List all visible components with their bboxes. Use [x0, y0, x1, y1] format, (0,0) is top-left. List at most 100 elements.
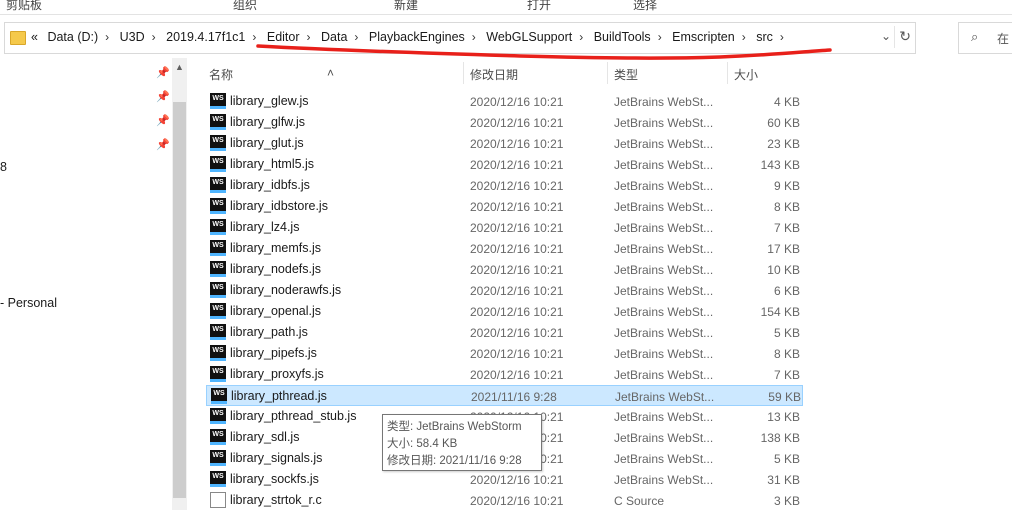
file-size: 143 KB — [760, 158, 800, 172]
breadcrumb-item-data-drive[interactable]: Data (D:) — [47, 30, 98, 44]
file-row[interactable]: WS library_idbfs.js 2020/12/16 10:21 JetBra… — [206, 175, 803, 196]
file-size: 8 KB — [773, 200, 800, 214]
file-name: library_html5.js — [230, 157, 315, 171]
breadcrumb-separator-icon[interactable]: › — [152, 30, 156, 44]
ribbon-group-clipboard: 剪贴板 — [6, 0, 43, 12]
file-type: JetBrains WebSt... — [615, 390, 715, 404]
breadcrumb-item-emscripten[interactable]: Emscripten — [672, 30, 735, 44]
breadcrumb-item-src[interactable]: src — [756, 30, 773, 44]
file-type: JetBrains WebSt... — [614, 305, 714, 319]
webstorm-file-icon: WS — [210, 471, 226, 487]
file-row[interactable]: WS library_sockfs.js 2020/12/16 10:21 JetBr… — [206, 469, 803, 490]
pin-icon[interactable]: 📌 — [156, 90, 170, 103]
file-name: library_memfs.js — [230, 241, 321, 255]
file-row[interactable]: WS library_html5.js 2020/12/16 10:21 JetBra… — [206, 154, 803, 175]
breadcrumb-separator-icon[interactable]: › — [780, 30, 784, 44]
column-header-name[interactable]: 名称 — [209, 66, 233, 83]
breadcrumb-separator-icon[interactable]: › — [472, 30, 476, 44]
file-modified-date: 2020/12/16 10:21 — [470, 305, 564, 319]
search-box[interactable]: ⌕ 在 — [958, 22, 1012, 54]
refresh-icon[interactable]: ↻ — [899, 28, 911, 45]
sort-ascending-icon: ˄ — [327, 66, 335, 80]
breadcrumb-item-data[interactable]: Data — [321, 30, 347, 44]
file-row[interactable]: WS library_glut.js 2020/12/16 10:21 JetBrai… — [206, 133, 803, 154]
file-row[interactable]: WS library_pipefs.js 2020/12/16 10:21 JetBr… — [206, 343, 803, 364]
breadcrumb-separator-icon[interactable]: › — [252, 30, 256, 44]
file-name: library_idbstore.js — [230, 199, 328, 213]
nav-item-fragment-personal[interactable]: - Personal — [0, 296, 57, 310]
file-row[interactable]: WS library_pthread.js 2021/11/16 9:28 JetBr… — [206, 385, 803, 406]
file-row[interactable]: library_strtok_r.c 2020/12/16 10:21 C Sour… — [206, 490, 803, 511]
webstorm-file-icon: WS — [210, 324, 226, 340]
breadcrumb-item-buildtools[interactable]: BuildTools — [594, 30, 651, 44]
breadcrumb-item-webglsupport[interactable]: WebGLSupport — [486, 30, 572, 44]
file-row[interactable]: WS library_noderawfs.js 2020/12/16 10:21 Je… — [206, 280, 803, 301]
chevron-down-icon[interactable]: ⌄ — [881, 29, 891, 43]
column-divider[interactable] — [607, 62, 608, 84]
file-row[interactable]: WS library_memfs.js 2020/12/16 10:21 JetBra… — [206, 238, 803, 259]
file-row[interactable]: WS library_openal.js 2020/12/16 10:21 JetBr… — [206, 301, 803, 322]
c-source-file-icon — [210, 492, 226, 508]
breadcrumb-separator-icon[interactable]: › — [105, 30, 109, 44]
file-name: library_pthread.js — [231, 389, 327, 403]
file-type: JetBrains WebSt... — [614, 200, 714, 214]
column-header-size[interactable]: 大小 — [734, 66, 758, 83]
folder-icon — [10, 31, 26, 45]
file-type: JetBrains WebSt... — [614, 95, 714, 109]
file-size: 3 KB — [773, 494, 800, 508]
file-size: 13 KB — [767, 410, 800, 424]
webstorm-file-icon: WS — [210, 135, 226, 151]
webstorm-file-icon: WS — [210, 408, 226, 424]
webstorm-file-icon: WS — [210, 240, 226, 256]
address-bar[interactable]: « Data (D:) › U3D › 2019.4.17f1c1 › Editor ›… — [4, 22, 916, 54]
file-type: JetBrains WebSt... — [614, 431, 714, 445]
file-size: 17 KB — [767, 242, 800, 256]
file-row[interactable]: WS library_glfw.js 2020/12/16 10:21 JetBrai… — [206, 112, 803, 133]
breadcrumb: « Data (D:) › U3D › 2019.4.17f1c1 › Editor ›… — [31, 30, 791, 44]
breadcrumb-separator-icon[interactable]: › — [658, 30, 662, 44]
breadcrumb-separator-icon[interactable]: › — [354, 30, 358, 44]
file-row[interactable]: WS library_nodefs.js 2020/12/16 10:21 JetBr… — [206, 259, 803, 280]
file-row[interactable]: WS library_lz4.js 2020/12/16 10:21 JetBrain… — [206, 217, 803, 238]
breadcrumb-item-editor[interactable]: Editor — [267, 30, 300, 44]
scrollbar-thumb[interactable] — [173, 102, 186, 498]
breadcrumb-overflow-button[interactable]: « — [31, 30, 38, 44]
webstorm-file-icon: WS — [210, 177, 226, 193]
file-modified-date: 2020/12/16 10:21 — [470, 368, 564, 382]
scroll-up-icon[interactable]: ▲ — [175, 62, 184, 72]
address-row: « Data (D:) › U3D › 2019.4.17f1c1 › Editor ›… — [0, 20, 1012, 54]
column-header-type[interactable]: 类型 — [614, 66, 638, 83]
breadcrumb-separator-icon[interactable]: › — [742, 30, 746, 44]
file-name: library_glut.js — [230, 136, 304, 150]
file-row[interactable]: WS library_path.js 2020/12/16 10:21 JetBrai… — [206, 322, 803, 343]
file-name: library_idbfs.js — [230, 178, 310, 192]
file-row[interactable]: WS library_idbstore.js 2020/12/16 10:21 Jet… — [206, 196, 803, 217]
breadcrumb-item-u3d[interactable]: U3D — [120, 30, 145, 44]
file-modified-date: 2020/12/16 10:21 — [470, 158, 564, 172]
file-size: 154 KB — [760, 305, 800, 319]
column-divider[interactable] — [727, 62, 728, 84]
breadcrumb-item-playbackengines[interactable]: PlaybackEngines — [369, 30, 465, 44]
nav-item-fragment[interactable]: 8 — [0, 160, 7, 174]
pin-icon[interactable]: 📌 — [156, 138, 170, 151]
file-name: library_pipefs.js — [230, 346, 317, 360]
navigation-pane: 📌 📌 📌 📌 8 - Personal — [0, 58, 187, 510]
file-size: 60 KB — [767, 116, 800, 130]
file-size: 8 KB — [773, 347, 800, 361]
column-header-date[interactable]: 修改日期 — [470, 66, 518, 83]
file-name: library_nodefs.js — [230, 262, 322, 276]
file-modified-date: 2020/12/16 10:21 — [470, 242, 564, 256]
column-divider[interactable] — [463, 62, 464, 84]
pin-icon[interactable]: 📌 — [156, 66, 170, 79]
pin-icon[interactable]: 📌 — [156, 114, 170, 127]
breadcrumb-separator-icon[interactable]: › — [579, 30, 583, 44]
file-row[interactable]: WS library_glew.js 2020/12/16 10:21 JetBrai… — [206, 91, 803, 112]
file-name: library_sockfs.js — [230, 472, 319, 486]
file-size: 6 KB — [773, 284, 800, 298]
breadcrumb-item-unity-version[interactable]: 2019.4.17f1c1 — [166, 30, 245, 44]
file-modified-date: 2020/12/16 10:21 — [470, 326, 564, 340]
breadcrumb-separator-icon[interactable]: › — [307, 30, 311, 44]
nav-scrollbar[interactable]: ▲ — [172, 58, 187, 510]
file-name: library_pthread_stub.js — [230, 409, 357, 423]
file-row[interactable]: WS library_proxyfs.js 2020/12/16 10:21 JetB… — [206, 364, 803, 385]
